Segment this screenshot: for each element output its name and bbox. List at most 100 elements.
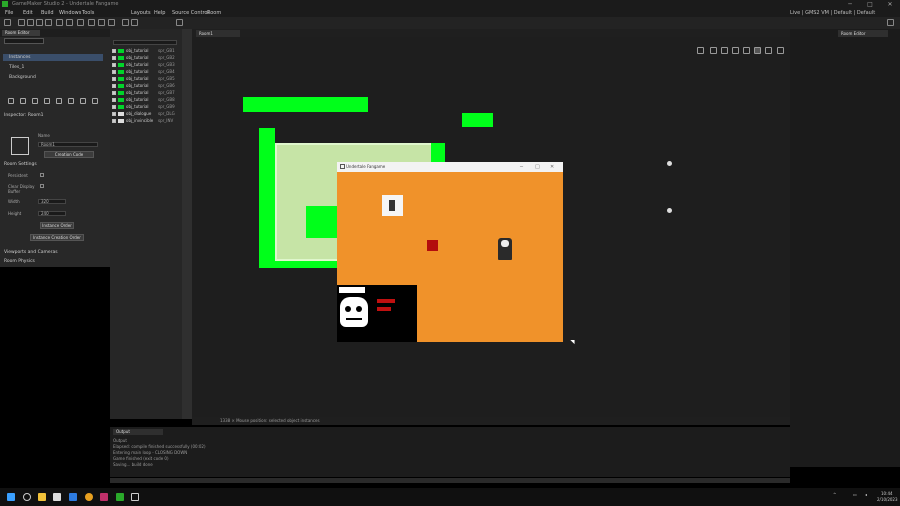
add-folder-icon[interactable] — [80, 98, 86, 104]
menu-windows[interactable]: Windows — [59, 10, 81, 16]
new-project-icon[interactable] — [4, 19, 11, 26]
instance-search-input[interactable] — [113, 40, 177, 45]
visibility-checkbox[interactable] — [112, 77, 116, 81]
visibility-checkbox[interactable] — [112, 91, 116, 95]
minimize-button[interactable]: ─ — [840, 0, 860, 9]
instance-list-item[interactable]: obj_tutorial spr_GB2 — [112, 54, 180, 61]
visibility-checkbox[interactable] — [112, 84, 116, 88]
green-block-small[interactable] — [462, 113, 493, 127]
instance-marker[interactable] — [667, 161, 672, 166]
stop-icon[interactable] — [98, 19, 105, 26]
instance-list-item[interactable]: obj_tutorial spr_GB6 — [112, 82, 180, 89]
zoom-in-icon[interactable] — [710, 47, 717, 54]
instance-list-item[interactable]: obj_tutorial spr_GB9 — [112, 103, 180, 110]
visibility-checkbox[interactable] — [112, 63, 116, 67]
creation-code-button[interactable]: Creation Code — [44, 151, 94, 158]
menu-build[interactable]: Build — [41, 10, 54, 16]
start-icon[interactable] — [7, 493, 15, 501]
snap-icon[interactable] — [754, 47, 761, 54]
debug-icon[interactable] — [77, 19, 84, 26]
layer-tiles[interactable]: Tiles_1 — [3, 64, 103, 71]
save-icon[interactable] — [27, 19, 34, 26]
menu-source-control[interactable]: Source Control — [172, 10, 209, 16]
instance-list-item[interactable]: obj_invincible spr_INV — [112, 117, 180, 124]
clock-time[interactable]: 10:44 — [881, 491, 893, 496]
visibility-checkbox[interactable] — [112, 119, 116, 123]
instance-list-item[interactable]: obj_tutorial spr_GB5 — [112, 75, 180, 82]
height-field[interactable]: 240 — [38, 211, 66, 216]
package-icon[interactable] — [108, 19, 115, 26]
add-background-icon[interactable] — [8, 98, 14, 104]
open-icon[interactable] — [18, 19, 25, 26]
visibility-checkbox[interactable] — [112, 56, 116, 60]
menu-layouts[interactable]: Layouts — [131, 10, 151, 16]
play-room-icon[interactable] — [765, 47, 772, 54]
green-block-inner[interactable] — [306, 206, 338, 238]
instance-list-item[interactable]: obj_dialogue spr_DLG — [112, 110, 180, 117]
git-icon[interactable] — [176, 19, 183, 26]
layer-instances[interactable]: Instances — [3, 54, 103, 61]
instance-list-item[interactable]: obj_tutorial spr_GB4 — [112, 68, 180, 75]
instance-list-item[interactable]: obj_tutorial spr_GB3 — [112, 61, 180, 68]
section-viewports[interactable]: Viewports and Cameras — [4, 250, 58, 255]
output-scrollbar[interactable] — [110, 478, 790, 483]
section-physics[interactable]: Room Physics — [4, 259, 35, 264]
add-instance-icon[interactable] — [20, 98, 26, 104]
instance-marker[interactable] — [667, 208, 672, 213]
settings-icon[interactable] — [131, 19, 138, 26]
add-effect-icon[interactable] — [68, 98, 74, 104]
room-name-field[interactable]: Room1 — [38, 142, 98, 147]
menu-help[interactable]: Help — [154, 10, 165, 16]
visibility-checkbox[interactable] — [112, 49, 116, 53]
instance-list-item[interactable]: obj_tutorial spr_GB8 — [112, 96, 180, 103]
green-block-right[interactable] — [431, 143, 445, 163]
add-asset-icon[interactable] — [56, 98, 62, 104]
green-block-top[interactable] — [243, 97, 368, 112]
add-path-icon[interactable] — [44, 98, 50, 104]
close-button[interactable]: ✕ — [880, 0, 900, 9]
visibility-checkbox[interactable] — [112, 112, 116, 116]
menu-tools[interactable]: Tools — [82, 10, 94, 16]
maximize-button[interactable]: □ — [860, 0, 880, 9]
game-minimize-button[interactable]: ─ — [520, 164, 523, 170]
tab-room1[interactable]: Room1 — [196, 30, 240, 37]
mail-icon[interactable] — [69, 493, 77, 501]
visibility-checkbox[interactable] — [112, 98, 116, 102]
game-maximize-button[interactable]: □ — [535, 164, 540, 170]
grid-icon[interactable] — [697, 47, 704, 54]
clean-icon[interactable] — [56, 19, 63, 26]
undo-icon[interactable] — [45, 19, 52, 26]
persistent-checkbox[interactable] — [40, 173, 44, 177]
build-icon[interactable] — [66, 19, 73, 26]
file-explorer-icon[interactable] — [38, 493, 46, 501]
menu-room[interactable]: Room — [207, 10, 221, 16]
tab-output[interactable]: Output — [113, 429, 163, 435]
layer-background[interactable]: Background — [3, 74, 103, 81]
clear-display-checkbox[interactable] — [40, 184, 44, 188]
visibility-checkbox[interactable] — [112, 105, 116, 109]
tab-workspace[interactable]: Room Editor — [838, 30, 888, 37]
instance-creation-order-button[interactable]: Instance Creation Order — [30, 234, 84, 241]
save-all-icon[interactable] — [36, 19, 43, 26]
camera-icon[interactable] — [777, 47, 784, 54]
fit-icon[interactable] — [743, 47, 750, 54]
layer-search-input[interactable] — [4, 38, 44, 44]
game-taskbar-icon[interactable] — [131, 493, 139, 501]
target-icon[interactable] — [122, 19, 129, 26]
volume-icon[interactable]: ◂ — [865, 492, 867, 497]
game-close-button[interactable]: ✕ — [550, 164, 554, 170]
menu-edit[interactable]: Edit — [23, 10, 33, 16]
menu-file[interactable]: File — [5, 10, 13, 16]
clock-date[interactable]: 2/10/2023 — [877, 497, 898, 502]
target-status[interactable]: Live | GMS2 VM | Default | Default — [790, 10, 875, 16]
gear-icon[interactable] — [887, 19, 894, 26]
tab-room-editor[interactable]: Room Editor — [2, 30, 40, 36]
instance-order-button[interactable]: Instance Order — [40, 222, 74, 229]
green-wall-left[interactable] — [259, 128, 275, 268]
zoom-reset-icon[interactable] — [732, 47, 739, 54]
instance-list-item[interactable]: obj_tutorial spr_GB1 — [112, 47, 180, 54]
store-icon[interactable] — [53, 493, 61, 501]
width-field[interactable]: 320 — [38, 199, 66, 204]
app-icon-pink[interactable] — [100, 493, 108, 501]
panel-splitter[interactable] — [182, 29, 192, 419]
